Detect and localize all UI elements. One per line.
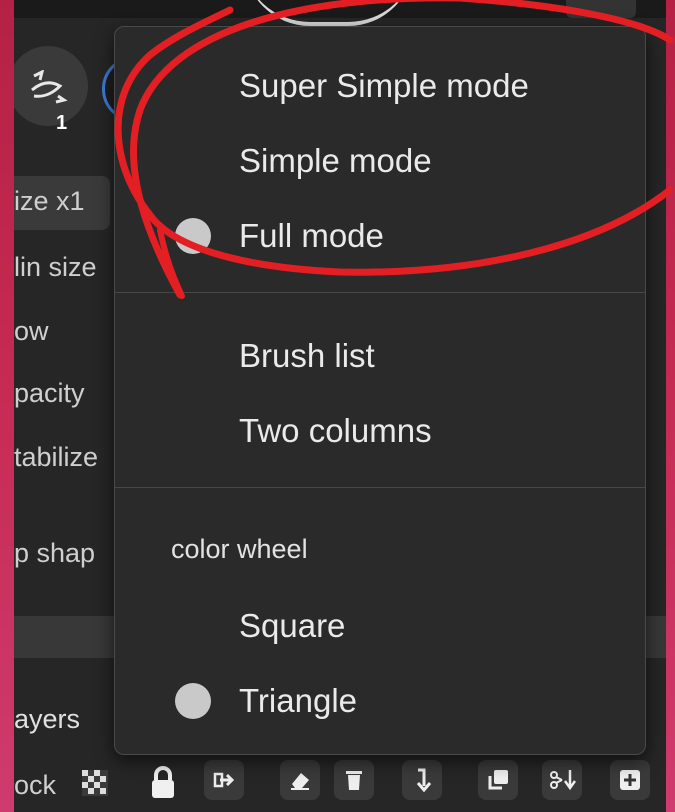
add-layer-button[interactable] xyxy=(610,760,650,800)
menu-divider xyxy=(115,292,645,293)
menu-item-full-mode[interactable]: Full mode xyxy=(239,217,384,255)
menu-divider xyxy=(115,487,645,488)
add-layer-icon xyxy=(620,770,640,790)
top-bar xyxy=(14,0,666,26)
brush-count: 1 xyxy=(56,112,68,134)
duplicate-layer-button[interactable] xyxy=(478,760,518,800)
layers-title: ayers xyxy=(14,704,81,734)
top-right-button[interactable] xyxy=(566,0,636,18)
eraser-icon xyxy=(291,773,309,790)
tip-shape-label[interactable]: p shap xyxy=(14,538,95,569)
stabilizer-label[interactable]: tabilize xyxy=(14,442,98,473)
cut-paste-icon xyxy=(550,770,576,791)
eraser-button[interactable] xyxy=(280,760,320,800)
selected-indicator-icon xyxy=(175,683,211,719)
merge-down-icon xyxy=(416,768,432,792)
lock-label: ock xyxy=(14,770,57,800)
lock-icon[interactable] xyxy=(148,766,178,800)
delete-layer-button[interactable] xyxy=(334,760,374,800)
export-icon xyxy=(213,772,235,788)
display-mode-menu: Super Simple mode Simple mode Full mode … xyxy=(114,26,646,755)
checker-icon[interactable] xyxy=(82,770,108,796)
brush-tool-button[interactable] xyxy=(14,46,88,126)
menu-item-super-simple-mode[interactable]: Super Simple mode xyxy=(239,67,529,105)
size-label: ize x1 xyxy=(14,186,85,216)
cut-paste-button[interactable] xyxy=(542,760,582,800)
canvas-preview-arc xyxy=(244,0,414,26)
color-wheel-section-label: color wheel xyxy=(171,534,308,564)
flow-label[interactable]: ow xyxy=(14,316,49,347)
merge-down-button[interactable] xyxy=(402,760,442,800)
menu-item-triangle[interactable]: Triangle xyxy=(239,682,357,720)
brush-tool-icon xyxy=(31,70,68,104)
export-button[interactable] xyxy=(204,760,244,800)
selected-indicator-icon xyxy=(175,218,211,254)
menu-item-two-columns[interactable]: Two columns xyxy=(239,412,432,450)
min-size-label[interactable]: lin size xyxy=(14,252,97,283)
menu-item-square[interactable]: Square xyxy=(239,607,345,645)
menu-item-simple-mode[interactable]: Simple mode xyxy=(239,142,432,180)
menu-item-brush-list[interactable]: Brush list xyxy=(239,337,375,375)
trash-icon xyxy=(346,771,362,790)
duplicate-icon xyxy=(488,770,508,790)
opacity-label[interactable]: pacity xyxy=(14,378,85,409)
